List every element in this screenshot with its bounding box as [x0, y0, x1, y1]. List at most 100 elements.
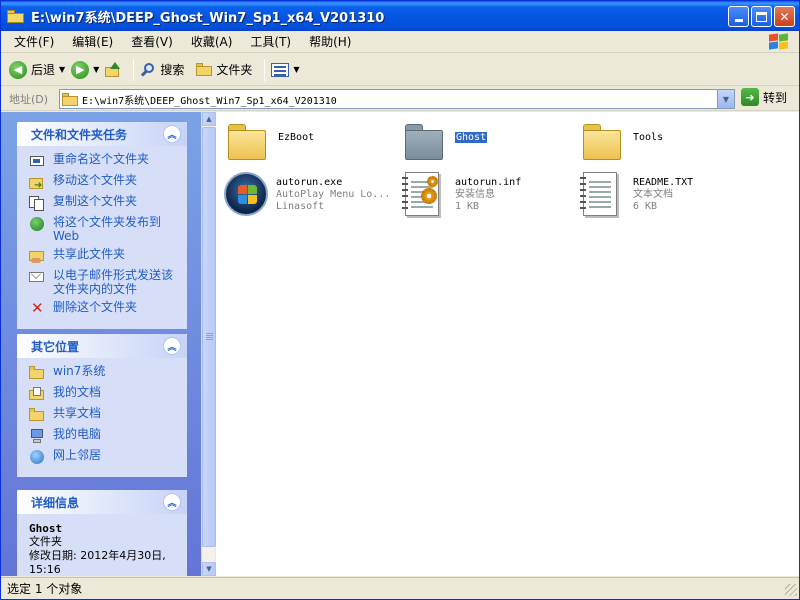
file-size: 6 KB	[633, 201, 658, 212]
details-modified: 修改日期: 2012年4月30日, 15:16	[29, 549, 166, 576]
folder-icon	[62, 92, 78, 106]
folder-icon	[222, 118, 270, 166]
file-item-autorun-inf[interactable]: autorun.inf 安装信息 1 KB	[399, 170, 521, 218]
file-name: EzBoot	[278, 132, 315, 143]
go-label: 转到	[763, 90, 788, 105]
back-button[interactable]: ◀ 后退 ▼	[9, 60, 65, 79]
panel-title: 其它位置	[31, 339, 80, 354]
minimize-button[interactable]	[728, 6, 749, 27]
file-size: 1 KB	[455, 201, 480, 212]
task-delete-folder[interactable]: ✕ 删除这个文件夹	[29, 299, 177, 317]
task-pane: 文件和文件夹任务 ︽ 重命名这个文件夹 ➜ 移动这个文件夹 复制这个文件夹 将这…	[1, 112, 201, 576]
panel-title: 详细信息	[31, 495, 80, 510]
views-icon	[271, 62, 290, 77]
file-description: AutoPlay Menu Lo...	[276, 189, 391, 200]
menu-edit[interactable]: 编辑(E)	[63, 33, 122, 50]
file-name: README.TXT	[633, 177, 694, 188]
toolbar-separator	[133, 58, 135, 81]
toolbar-separator	[264, 58, 266, 81]
up-folder-icon	[105, 61, 121, 78]
menu-view[interactable]: 查看(V)	[122, 33, 182, 50]
details-name: Ghost	[29, 522, 63, 535]
resize-grip[interactable]	[785, 584, 797, 596]
address-label: 地址(D)	[9, 92, 49, 106]
address-value: E:\win7系统\DEEP_Ghost_Win7_Sp1_x64_V20131…	[82, 95, 337, 107]
toolbar: ◀ 后退 ▼ ▶ ▼ 搜索 文件夹 ▼	[1, 54, 799, 86]
search-label: 搜索	[160, 63, 185, 77]
task-label: 移动这个文件夹	[53, 173, 138, 187]
task-label: 复制这个文件夹	[53, 194, 138, 208]
task-share-folder[interactable]: 共享此文件夹	[29, 247, 177, 264]
file-item-tools[interactable]: Tools	[577, 118, 663, 166]
menu-tools[interactable]: 工具(T)	[241, 33, 300, 50]
place-shared-documents[interactable]: 共享文档	[29, 406, 177, 423]
folder-icon	[29, 365, 45, 381]
scroll-thumb[interactable]	[202, 127, 216, 547]
forward-dropdown-icon[interactable]: ▼	[93, 65, 99, 74]
file-item-ezboot[interactable]: EzBoot	[222, 118, 314, 166]
place-my-computer[interactable]: 我的电脑	[29, 427, 177, 444]
details-panel: 详细信息 ︽ Ghost 文件夹 修改日期: 2012年4月30日, 15:16	[17, 490, 187, 576]
folder-icon	[399, 118, 447, 166]
task-label: 重命名这个文件夹	[53, 152, 150, 166]
address-input[interactable]: E:\win7系统\DEEP_Ghost_Win7_Sp1_x64_V20131…	[59, 89, 735, 109]
forward-arrow-icon: ▶	[71, 60, 90, 79]
scroll-up-button[interactable]: ▲	[202, 112, 216, 126]
share-icon	[29, 248, 45, 264]
task-pane-scrollbar[interactable]: ▲ ▼	[201, 112, 216, 576]
text-document-icon	[577, 170, 625, 218]
menu-help[interactable]: 帮助(H)	[300, 33, 360, 50]
title-bar[interactable]: E:\win7系统\DEEP_Ghost_Win7_Sp1_x64_V20131…	[1, 1, 799, 31]
close-button[interactable]: ✕	[774, 6, 795, 27]
search-button[interactable]: 搜索	[140, 61, 184, 78]
task-label: 以电子邮件形式发送该文件夹内的文件	[53, 268, 174, 296]
folder-icon	[577, 118, 625, 166]
up-folder-button[interactable]	[105, 61, 121, 78]
maximize-button[interactable]	[751, 6, 772, 27]
collapse-icon[interactable]: ︽	[163, 125, 181, 143]
task-move-folder[interactable]: ➜ 移动这个文件夹	[29, 173, 177, 191]
place-label: 我的文档	[53, 385, 102, 399]
forward-button[interactable]: ▶ ▼	[71, 60, 99, 79]
file-tasks-panel: 文件和文件夹任务 ︽ 重命名这个文件夹 ➜ 移动这个文件夹 复制这个文件夹 将这…	[17, 122, 187, 329]
collapse-icon[interactable]: ︽	[163, 493, 181, 511]
task-label: 共享此文件夹	[53, 247, 126, 261]
collapse-icon[interactable]: ︽	[163, 337, 181, 355]
window-title: E:\win7系统\DEEP_Ghost_Win7_Sp1_x64_V20131…	[31, 10, 385, 26]
file-item-readme[interactable]: README.TXT 文本文档 6 KB	[577, 170, 693, 218]
place-network[interactable]: 网上邻居	[29, 448, 177, 465]
file-name: Ghost	[455, 132, 488, 143]
task-email-files[interactable]: 以电子邮件形式发送该文件夹内的文件	[29, 268, 177, 296]
folders-button[interactable]: 文件夹	[196, 61, 252, 78]
views-dropdown-icon[interactable]: ▼	[293, 65, 299, 74]
file-tasks-header[interactable]: 文件和文件夹任务 ︽	[17, 122, 187, 146]
menu-file[interactable]: 文件(F)	[5, 33, 63, 50]
place-win7[interactable]: win7系统	[29, 364, 177, 381]
folders-label: 文件夹	[216, 63, 253, 77]
file-item-ghost[interactable]: Ghost	[399, 118, 488, 166]
details-header[interactable]: 详细信息 ︽	[17, 490, 187, 514]
task-label: 删除这个文件夹	[53, 300, 138, 314]
menu-favorites[interactable]: 收藏(A)	[182, 33, 242, 50]
setup-information-icon	[399, 170, 447, 218]
file-item-autorun-exe[interactable]: autorun.exe AutoPlay Menu Lo... Linasoft	[220, 170, 390, 218]
file-view[interactable]: EzBoot Ghost Tools autorun.exe AutoPlay …	[216, 112, 799, 576]
scroll-down-button[interactable]: ▼	[202, 562, 216, 576]
minimize-icon	[734, 19, 743, 22]
folder-icon	[7, 9, 25, 23]
address-dropdown-icon[interactable]: ▼	[717, 90, 734, 108]
back-dropdown-icon[interactable]: ▼	[59, 65, 65, 74]
task-rename-folder[interactable]: 重命名这个文件夹	[29, 152, 177, 169]
task-copy-folder[interactable]: 复制这个文件夹	[29, 194, 177, 211]
views-button[interactable]: ▼	[271, 62, 300, 77]
status-text: 选定 1 个对象	[7, 582, 83, 596]
folders-icon	[196, 63, 213, 76]
other-places-header[interactable]: 其它位置 ︽	[17, 334, 187, 358]
file-name: Tools	[633, 132, 664, 143]
place-label: 共享文档	[53, 406, 102, 420]
place-my-documents[interactable]: 我的文档	[29, 385, 177, 402]
network-icon	[29, 449, 45, 465]
go-button[interactable]: ➜ 转到	[741, 88, 787, 106]
panel-title: 文件和文件夹任务	[31, 127, 128, 142]
task-publish-web[interactable]: 将这个文件夹发布到 Web	[29, 215, 177, 243]
